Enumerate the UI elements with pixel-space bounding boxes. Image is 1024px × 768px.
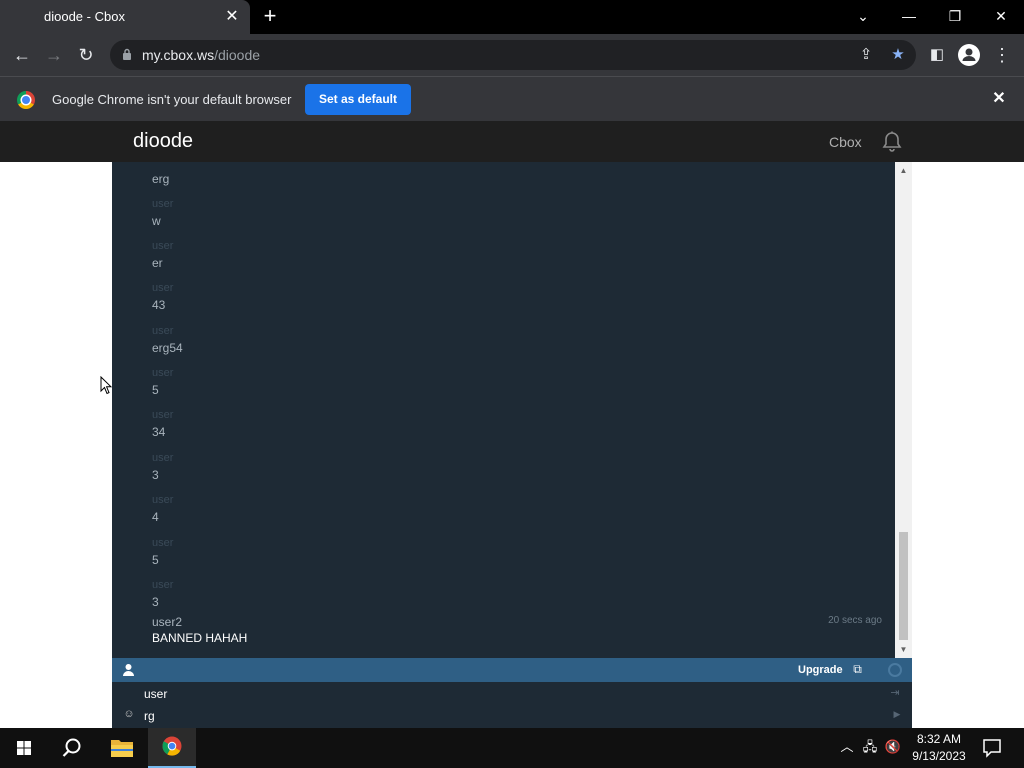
message-text: erg: [152, 172, 170, 186]
clock-date: 9/13/2023: [912, 749, 966, 763]
message-text: 5: [152, 553, 159, 567]
message-text: BANNED HAHAH: [152, 631, 248, 645]
new-tab-plus-icon[interactable]: +: [258, 5, 282, 29]
message-text: erg54: [152, 341, 183, 355]
menu-kebab-icon[interactable]: ⋮: [989, 43, 1015, 69]
tab-title: dioode - Cbox: [44, 9, 125, 24]
scroll-down-arrow-icon[interactable]: ▼: [899, 645, 908, 654]
infobar-message: Google Chrome isn't your default browser: [52, 92, 292, 107]
site-title[interactable]: dioode: [133, 130, 193, 153]
message-text: w: [152, 214, 161, 228]
message-text: 4: [152, 510, 159, 524]
notification-icon[interactable]: [980, 736, 1004, 760]
chrome-logo-icon: [17, 91, 35, 109]
chat-message-latest: user2 BANNED HAHAH 20 secs ago: [152, 615, 892, 657]
message-username: user: [152, 198, 174, 210]
tab-search-chevron-down-icon[interactable]: ⌄: [840, 0, 886, 34]
mouse-cursor-icon: [100, 376, 112, 395]
login-icon[interactable]: ⇥: [889, 687, 901, 699]
tab-strip: dioode - Cbox ✕ + ⌄ — ❐ ✕: [0, 0, 1024, 34]
address-bar[interactable]: my.cbox.ws/dioode ⇪ ★: [110, 40, 916, 70]
chat-message: user w: [152, 198, 892, 240]
windows-start-icon[interactable]: [0, 728, 48, 768]
chat-message: user 5: [152, 537, 892, 579]
chat-message: user 3: [152, 452, 892, 494]
message-text: 5: [152, 383, 159, 397]
message-text: 43: [152, 298, 166, 312]
chat-message-list[interactable]: erg user w user er user 43 user erg54 us…: [112, 162, 895, 658]
forward-icon[interactable]: →: [41, 43, 67, 69]
search-icon[interactable]: [48, 728, 96, 768]
message-username: user: [152, 409, 174, 421]
url-text[interactable]: my.cbox.ws/dioode: [142, 47, 260, 63]
message-text: er: [152, 256, 163, 270]
message-username: user: [152, 537, 174, 549]
chat-input-area: ⇥ ☺ ▶: [112, 682, 912, 728]
chat-message: user 5: [152, 367, 892, 409]
chat-message: user 34: [152, 409, 892, 451]
message-input[interactable]: [144, 707, 874, 725]
emoji-icon[interactable]: ☺: [123, 708, 135, 720]
message-username: user: [152, 452, 174, 464]
bookmark-star-icon[interactable]: ★: [888, 45, 908, 65]
user-icon[interactable]: [122, 663, 135, 676]
volume-muted-icon[interactable]: 🔇: [884, 738, 902, 756]
message-username[interactable]: user2: [152, 615, 182, 629]
message-text: 3: [152, 468, 159, 482]
chat-message: user erg54: [152, 325, 892, 367]
external-link-icon[interactable]: ⧉: [850, 662, 865, 677]
chat-message: user 43: [152, 282, 892, 324]
message-timestamp: 20 secs ago: [828, 615, 882, 626]
file-explorer-icon[interactable]: [98, 728, 146, 768]
default-browser-infobar: Google Chrome isn't your default browser…: [0, 76, 1024, 121]
bell-icon[interactable]: [880, 130, 904, 154]
set-as-default-button[interactable]: Set as default: [305, 84, 411, 115]
tray-chevron-up-icon[interactable]: ︿: [838, 738, 856, 756]
message-text: 3: [152, 595, 159, 609]
tab-close-icon[interactable]: ✕: [222, 7, 242, 27]
minimize-icon[interactable]: —: [886, 0, 932, 34]
restore-icon[interactable]: ❐: [932, 0, 978, 34]
chat-message: user 4: [152, 494, 892, 536]
profile-icon[interactable]: [956, 42, 982, 68]
chat-control-bar: Upgrade ⧉: [112, 658, 912, 682]
refresh-icon[interactable]: [888, 663, 902, 677]
chat-scrollbar[interactable]: ▲ ▼: [895, 162, 912, 658]
url-host: my.cbox.ws: [142, 47, 215, 63]
infobar-close-icon[interactable]: ✕: [989, 89, 1009, 109]
cbox-nav-link[interactable]: Cbox: [829, 134, 862, 150]
back-icon[interactable]: ←: [9, 43, 35, 69]
chat-message: erg: [152, 162, 892, 198]
site-header: dioode Cbox: [0, 121, 1024, 162]
message-username: user: [152, 325, 174, 337]
scroll-up-arrow-icon[interactable]: ▲: [899, 166, 908, 175]
clock-time: 8:32 AM: [916, 732, 962, 746]
name-input[interactable]: [144, 685, 874, 703]
message-text: 34: [152, 425, 166, 439]
chat-message: user er: [152, 240, 892, 282]
windows-taskbar: ︿ 🖧 🔇 8:32 AM 9/13/2023: [0, 728, 1024, 768]
scrollbar-thumb[interactable]: [899, 532, 908, 640]
browser-toolbar: ← → ↻ my.cbox.ws/dioode ⇪ ★ ◧ ⋮: [0, 34, 1024, 76]
reload-icon[interactable]: ↻: [73, 43, 99, 69]
send-icon[interactable]: ▶: [892, 709, 902, 719]
upgrade-link[interactable]: Upgrade: [798, 664, 843, 676]
message-username: user: [152, 494, 174, 506]
message-username: user: [152, 579, 174, 591]
message-username: user: [152, 240, 174, 252]
message-username: user: [152, 282, 174, 294]
url-path: /dioode: [214, 47, 261, 63]
network-icon[interactable]: 🖧: [861, 738, 879, 756]
side-panel-icon[interactable]: ◧: [924, 43, 950, 69]
taskbar-clock[interactable]: 8:32 AM 9/13/2023: [904, 731, 974, 765]
chrome-taskbar-icon[interactable]: [148, 728, 196, 768]
message-username: user: [152, 367, 174, 379]
tab-active[interactable]: dioode - Cbox ✕: [0, 0, 250, 34]
share-icon[interactable]: ⇪: [856, 45, 876, 65]
window-close-icon[interactable]: ✕: [978, 0, 1024, 34]
lock-icon[interactable]: [122, 48, 132, 60]
